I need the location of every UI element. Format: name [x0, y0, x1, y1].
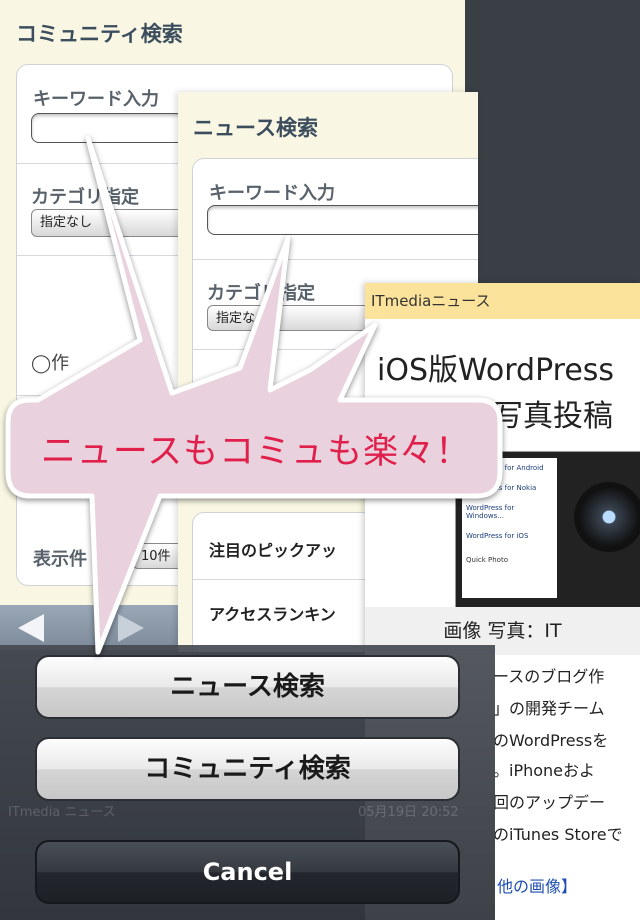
news-keyword-input[interactable]: [207, 205, 478, 235]
community-search-button[interactable]: コミュニティ検索: [35, 737, 460, 801]
community-keyword-label: キーワード入力: [33, 89, 159, 110]
article-body-line: ースのブログ作: [493, 667, 605, 686]
browser-toolbar: [0, 605, 178, 650]
forward-arrow-icon[interactable]: [118, 614, 144, 642]
count-label-colon: ：: [113, 549, 131, 570]
news-keyword-label: キーワード入力: [209, 183, 335, 204]
article-body-line: のWordPressを: [493, 731, 609, 750]
news-page-title: ニュース検索: [193, 116, 318, 140]
news-category-select[interactable]: 指定な: [207, 305, 387, 331]
article-source-header: ITmediaニュース: [365, 283, 640, 319]
community-sort-label-tail: 順: [123, 353, 142, 374]
community-sort-label: ◯作: [31, 353, 70, 374]
community-category-label: カテゴリ指定: [31, 187, 139, 208]
article-photo[interactable]: WordPress for Android WordPress for Noki…: [455, 451, 640, 613]
background-source-meta: ITmedia ニュース: [8, 805, 116, 820]
divider: [193, 259, 478, 260]
community-count-label: 表示件 ：: [33, 545, 131, 571]
photo-list-item: WordPress for iOS: [466, 532, 529, 540]
action-sheet: ITmedia ニュース 05月19日 20:52 ニュース検索 コミュニティ検…: [0, 645, 495, 920]
article-body-line: のiTunes Storeで: [493, 825, 623, 844]
count-label-text: 表示件: [33, 549, 87, 570]
photo-phone-screen: WordPress for Android WordPress for Noki…: [462, 458, 557, 598]
community-page-title: コミュニティ検索: [16, 22, 183, 46]
photo-list-item: WordPress for Windows...: [466, 504, 515, 520]
photo-list-item: Quick Photo: [466, 556, 508, 564]
ranking-menu-item[interactable]: アクセスランキン: [209, 601, 336, 625]
news-search-button[interactable]: ニュース検索: [35, 655, 460, 719]
community-category-select[interactable]: 指定なし: [31, 209, 196, 237]
bubble-caption: ニュースもコミュも楽々！: [40, 432, 472, 472]
article-body-line: 。iPhoneおよ: [493, 761, 596, 780]
background-date-meta: 05月19日 20:52: [358, 805, 459, 820]
news-category-label: カテゴリ指定: [207, 283, 315, 304]
more-images-link[interactable]: 他の画像】: [497, 873, 577, 897]
cancel-button[interactable]: Cancel: [35, 840, 460, 904]
pickup-menu-item[interactable]: 注目のピックアッ: [209, 537, 337, 561]
community-keyword-input[interactable]: [31, 113, 193, 143]
article-body-line: 」の開発チーム: [493, 699, 605, 718]
article-headline-line1: iOS版WordPress: [377, 353, 615, 388]
community-sort-option[interactable]: ◯作 順: [31, 349, 141, 375]
photo-camera-shutter-icon: [574, 482, 640, 552]
photo-list-item: WordPress for Nokia: [466, 484, 537, 492]
back-arrow-icon[interactable]: [18, 614, 44, 642]
article-body-line: 回のアップデー: [493, 793, 606, 812]
